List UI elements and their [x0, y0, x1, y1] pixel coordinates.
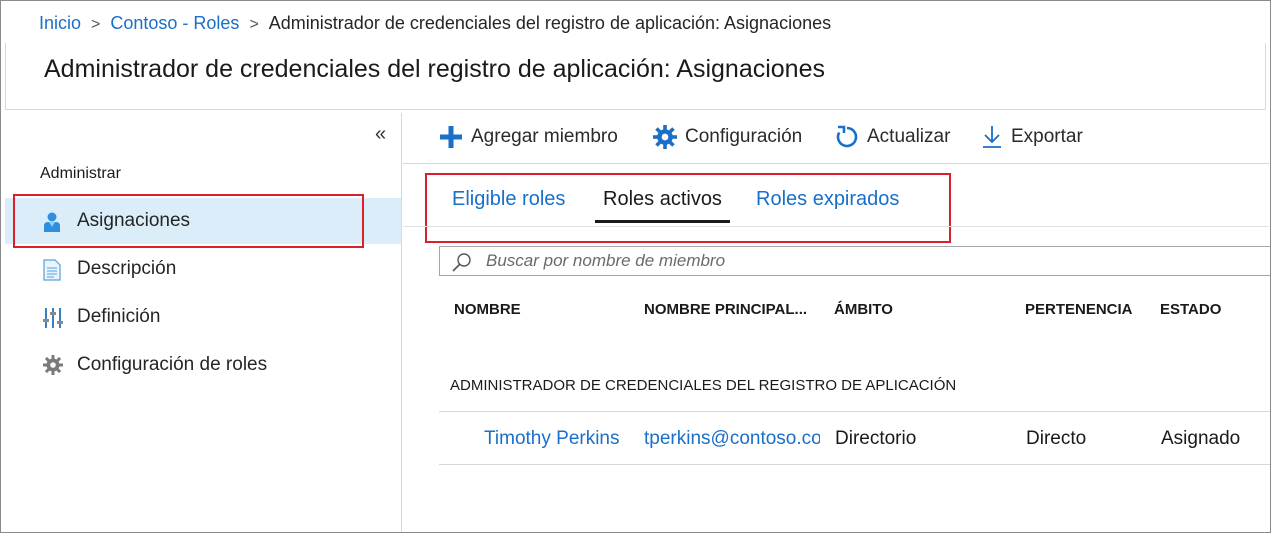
highlight-box-sidebar	[13, 194, 364, 248]
toolbar: Agregar miembro Configuración Actualizar…	[403, 113, 1269, 164]
active-tab-indicator	[595, 220, 730, 223]
sidebar-item-label: Configuración de roles	[77, 354, 268, 375]
tab-roles-activos[interactable]: Roles activos	[603, 188, 722, 211]
tab-bar: Eligible roles Roles activos Roles expir…	[403, 166, 1269, 227]
breadcrumb: Inicio > Contoso - Roles > Administrador de …	[39, 13, 831, 34]
title-bar: Administrador de credenciales del regist…	[5, 43, 1266, 110]
breadcrumb-current: Administrador de credenciales del regist…	[268, 13, 832, 33]
sidebar-item-configuracion-roles[interactable]: Configuración de roles	[5, 342, 401, 388]
search-icon	[452, 252, 472, 277]
tab-eligible-roles[interactable]: Eligible roles	[452, 188, 565, 211]
refresh-label: Actualizar	[867, 126, 951, 147]
settings-button[interactable]: Configuración	[653, 125, 802, 149]
search-input[interactable]	[484, 250, 1248, 272]
page-title: Administrador de credenciales del regist…	[44, 55, 825, 83]
breadcrumb-link-home[interactable]: Inicio	[39, 13, 81, 33]
window-frame: Inicio > Contoso - Roles > Administrador de …	[0, 0, 1271, 533]
column-header-nombre-principal[interactable]: NOMBRE PRINCIPAL...	[644, 301, 807, 318]
sidebar-section-label: Administrar	[40, 165, 121, 182]
chevron-right-icon: >	[249, 16, 259, 33]
column-header-estado[interactable]: ESTADO	[1160, 301, 1221, 318]
sidebar-item-label: Descripción	[77, 258, 177, 279]
column-header-pertenencia[interactable]: PERTENENCIA	[1025, 301, 1133, 318]
refresh-icon	[836, 125, 858, 148]
breadcrumb-link-roles[interactable]: Contoso - Roles	[110, 13, 239, 33]
member-membership: Directo	[1026, 428, 1087, 449]
tab-roles-expirados[interactable]: Roles expirados	[756, 188, 899, 211]
table-group-row: ADMINISTRADOR DE CREDENCIALES DEL REGIST…	[439, 371, 1270, 412]
add-member-button[interactable]: Agregar miembro	[439, 125, 618, 149]
export-label: Exportar	[1011, 126, 1083, 147]
member-state: Asignado	[1161, 428, 1241, 449]
plus-icon	[440, 126, 462, 148]
sidebar: « Administrar Asignaciones Descripción D…	[5, 113, 402, 532]
column-header-ambito[interactable]: ÁMBITO	[834, 301, 893, 318]
table-row[interactable]: Timothy Perkins tperkins@contoso.com Dir…	[439, 412, 1270, 465]
member-principal-link[interactable]: tperkins@contoso.com	[644, 428, 820, 450]
collapse-sidebar-icon[interactable]: «	[375, 123, 386, 146]
add-member-label: Agregar miembro	[471, 126, 618, 147]
settings-label: Configuración	[685, 126, 803, 147]
sidebar-item-definicion[interactable]: Definición	[5, 294, 401, 340]
refresh-button[interactable]: Actualizar	[835, 125, 950, 149]
gear-icon	[653, 125, 677, 149]
export-button[interactable]: Exportar	[981, 125, 1083, 149]
sliders-icon	[43, 307, 63, 328]
sidebar-item-descripcion[interactable]: Descripción	[5, 246, 401, 292]
download-icon	[983, 126, 1001, 148]
column-header-nombre[interactable]: NOMBRE	[454, 301, 521, 318]
search-box	[439, 246, 1270, 277]
member-scope: Directorio	[835, 428, 917, 449]
sidebar-item-label: Definición	[77, 306, 161, 327]
document-icon	[43, 259, 61, 281]
group-label: ADMINISTRADOR DE CREDENCIALES DEL REGIST…	[450, 377, 957, 394]
chevron-right-icon: >	[91, 16, 101, 33]
member-name-link[interactable]: Timothy Perkins	[484, 428, 620, 450]
gear-icon	[43, 355, 63, 375]
